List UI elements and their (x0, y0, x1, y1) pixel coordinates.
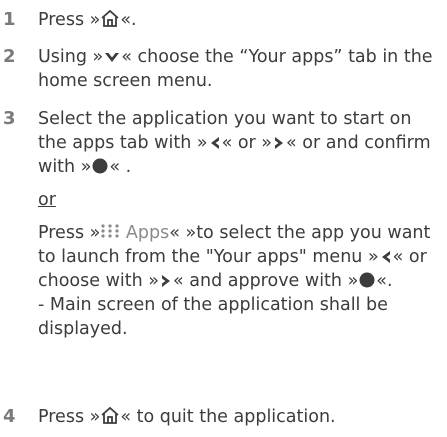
right-arrow-icon (161, 275, 170, 287)
apps-label: Apps (125, 223, 170, 243)
step-number: 3 (3, 108, 16, 129)
right-arrow-icon (275, 137, 284, 149)
step-text: Press » «. (38, 9, 137, 30)
step-text: Using » « choose the “Your apps” tab in t… (38, 47, 433, 91)
home-icon (101, 406, 119, 424)
step-number: 2 (3, 46, 16, 67)
step-text: Press » « to quit the application. (38, 406, 336, 427)
ok-button-icon (92, 158, 108, 174)
apps-grid-icon (101, 224, 119, 238)
result-note: - Main screen of the application shall b… (38, 295, 388, 339)
paragraph-select: Select the application you want to start… (38, 109, 431, 177)
home-icon (101, 9, 119, 27)
left-arrow-icon (210, 137, 219, 149)
step-number: 1 (3, 9, 16, 30)
or-divider: or (38, 190, 56, 210)
ok-button-icon (359, 272, 375, 288)
left-arrow-icon (381, 251, 390, 263)
step-text: Select the application you want to start… (38, 107, 442, 341)
paragraph-apps: Press » Apps« »to select the app you wan… (38, 223, 431, 339)
step-number: 4 (3, 406, 16, 427)
down-arrow-icon (105, 53, 120, 62)
